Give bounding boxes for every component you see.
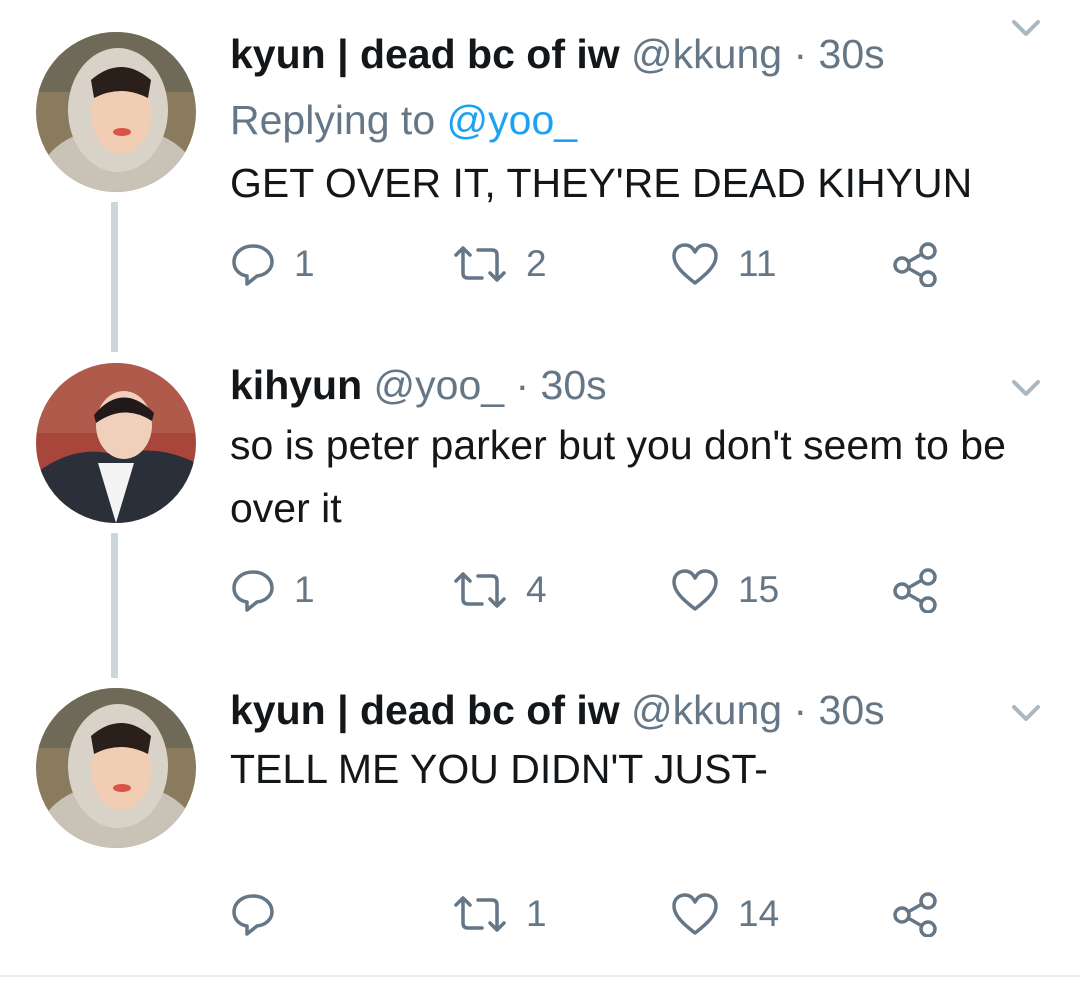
heart-icon bbox=[670, 567, 720, 613]
display-name[interactable]: kyun | dead bc of iw bbox=[230, 687, 620, 733]
separator: · bbox=[793, 31, 808, 77]
like-count: 15 bbox=[738, 569, 780, 610]
retweet-button[interactable]: 2 bbox=[452, 238, 547, 290]
avatar[interactable] bbox=[36, 688, 196, 848]
like-button[interactable]: 14 bbox=[670, 888, 779, 940]
tweet-header: kihyun @yoo_ · 30s bbox=[230, 359, 607, 411]
thread-line bbox=[111, 533, 118, 678]
avatar[interactable] bbox=[36, 363, 196, 523]
heart-icon bbox=[670, 241, 720, 287]
reply-button[interactable]: 1 bbox=[230, 564, 315, 616]
retweet-button[interactable]: 4 bbox=[452, 564, 547, 616]
like-count: 14 bbox=[738, 893, 780, 934]
chevron-down-icon[interactable] bbox=[1008, 12, 1044, 42]
share-button[interactable] bbox=[890, 238, 940, 290]
retweet-icon bbox=[452, 891, 508, 937]
share-button[interactable] bbox=[890, 564, 940, 616]
reply-button[interactable] bbox=[230, 888, 294, 940]
avatar[interactable] bbox=[36, 32, 196, 192]
timestamp[interactable]: 30s bbox=[541, 362, 607, 408]
separator: · bbox=[793, 687, 808, 733]
like-button[interactable]: 15 bbox=[670, 564, 779, 616]
heart-icon bbox=[670, 891, 720, 937]
tweet-header: kyun | dead bc of iw @kkung · 30s bbox=[230, 28, 885, 80]
action-bar: 1 2 11 bbox=[230, 238, 950, 290]
username[interactable]: @kkung bbox=[631, 687, 782, 733]
share-icon bbox=[890, 241, 940, 287]
username[interactable]: @yoo_ bbox=[374, 362, 505, 408]
retweet-count: 1 bbox=[526, 893, 547, 934]
replying-to-label: Replying to bbox=[230, 97, 436, 143]
action-bar: 1 14 bbox=[230, 888, 950, 940]
username[interactable]: @kkung bbox=[631, 31, 782, 77]
like-count: 11 bbox=[738, 243, 777, 284]
reply-button[interactable]: 1 bbox=[230, 238, 315, 290]
divider bbox=[0, 975, 1080, 977]
share-button[interactable] bbox=[890, 888, 940, 940]
reply-count: 1 bbox=[294, 243, 315, 284]
share-icon bbox=[890, 567, 940, 613]
retweet-count: 4 bbox=[526, 569, 547, 610]
display-name[interactable]: kihyun bbox=[230, 362, 362, 408]
thread-line bbox=[111, 202, 118, 352]
retweet-icon bbox=[452, 241, 508, 287]
tweet-header: kyun | dead bc of iw @kkung · 30s bbox=[230, 684, 885, 736]
reply-icon bbox=[230, 567, 276, 613]
display-name[interactable]: kyun | dead bc of iw bbox=[230, 31, 620, 77]
retweet-button[interactable]: 1 bbox=[452, 888, 547, 940]
replying-to: Replying to @yoo_ bbox=[230, 94, 577, 146]
tweet-text: TELL ME YOU DIDN'T JUST- bbox=[230, 746, 768, 792]
reply-count: 1 bbox=[294, 569, 315, 610]
retweet-count: 2 bbox=[526, 243, 547, 284]
chevron-down-icon[interactable] bbox=[1008, 372, 1044, 402]
separator: · bbox=[515, 362, 530, 408]
timestamp[interactable]: 30s bbox=[819, 687, 885, 733]
like-button[interactable]: 11 bbox=[670, 238, 776, 290]
share-icon bbox=[890, 891, 940, 937]
tweet-text: so is peter parker but you don't seem to… bbox=[230, 422, 1006, 531]
reply-icon bbox=[230, 241, 276, 287]
action-bar: 1 4 15 bbox=[230, 564, 950, 616]
tweet-text: GET OVER IT, THEY'RE DEAD KIHYUN bbox=[230, 160, 973, 206]
reply-icon bbox=[230, 891, 276, 937]
retweet-icon bbox=[452, 567, 508, 613]
chevron-down-icon[interactable] bbox=[1008, 697, 1044, 727]
timestamp[interactable]: 30s bbox=[819, 31, 885, 77]
mention-link[interactable]: @yoo_ bbox=[447, 97, 578, 143]
